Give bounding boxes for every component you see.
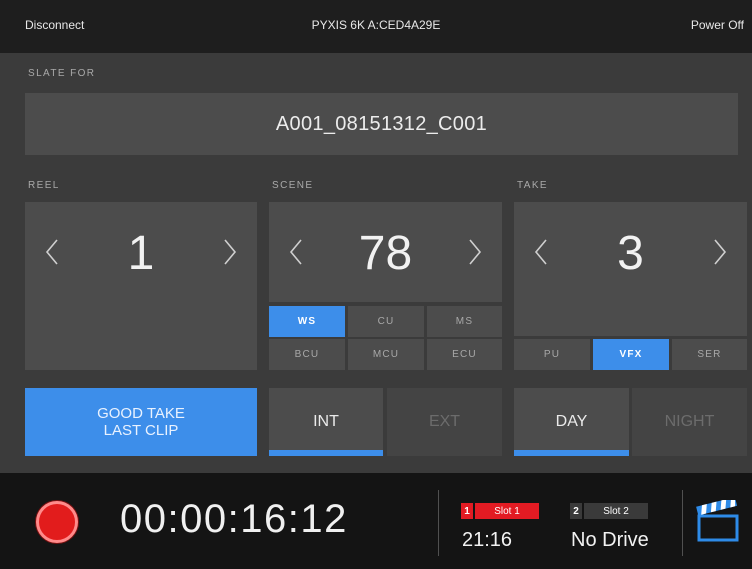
shot-type-ms[interactable]: MS (427, 306, 502, 337)
take-increment-button[interactable] (713, 238, 727, 266)
slate-for-label: SLATE FOR (28, 68, 96, 79)
clapperboard-icon[interactable] (696, 497, 740, 544)
device-name: PYXIS 6K A:CED4A29E (311, 18, 441, 32)
scene-increment-button[interactable] (468, 238, 482, 266)
slot2-number: 2 (570, 503, 582, 519)
slot2-label: Slot 2 (584, 503, 648, 519)
chevron-right-icon (714, 239, 727, 265)
slot2-status: No Drive (571, 529, 649, 551)
good-take-line1: GOOD TAKE (97, 405, 185, 422)
divider (438, 490, 439, 556)
shot-type-cu[interactable]: CU (348, 306, 424, 337)
take-label: TAKE (517, 180, 548, 191)
slot1-number: 1 (461, 503, 473, 519)
scene-counter: 78 (269, 202, 502, 302)
shot-type-mcu[interactable]: MCU (348, 339, 424, 370)
reel-increment-button[interactable] (223, 238, 237, 266)
good-take-line2: LAST CLIP (103, 422, 179, 439)
night-button[interactable]: NIGHT (632, 388, 747, 456)
ext-label: EXT (428, 413, 461, 430)
reel-counter: 1 (25, 202, 257, 370)
day-label: DAY (555, 413, 588, 430)
ext-button[interactable]: EXT (387, 388, 502, 456)
int-selected-indicator (269, 450, 383, 456)
take-counter: 3 (514, 202, 747, 336)
day-selected-indicator (514, 450, 629, 456)
take-type-vfx[interactable]: VFX (593, 339, 669, 370)
take-type-pu[interactable]: PU (514, 339, 590, 370)
int-label: INT (313, 413, 339, 430)
chevron-right-icon (469, 239, 482, 265)
status-bar: 00:00:16:12 1 Slot 1 21:16 2 Slot 2 No D… (0, 473, 752, 569)
int-button[interactable]: INT (269, 388, 383, 456)
shot-type-ecu[interactable]: ECU (427, 339, 502, 370)
shot-type-bcu[interactable]: BCU (269, 339, 345, 370)
slot2-tag[interactable]: 2 Slot 2 (570, 503, 648, 519)
take-type-ser[interactable]: SER (672, 339, 747, 370)
shot-type-ws[interactable]: WS (269, 306, 345, 337)
slot1-label: Slot 1 (475, 503, 539, 519)
divider (682, 490, 683, 556)
night-label: NIGHT (664, 413, 715, 430)
reel-label: REEL (28, 180, 60, 191)
top-bar: Disconnect PYXIS 6K A:CED4A29E Power Off (0, 0, 752, 53)
day-button[interactable]: DAY (514, 388, 629, 456)
chevron-right-icon (224, 239, 237, 265)
record-icon[interactable] (36, 501, 78, 543)
timecode: 00:00:16:12 (120, 497, 348, 541)
power-off-button[interactable]: Power Off (691, 18, 744, 32)
slot1-remaining: 21:16 (462, 529, 513, 551)
slot1-tag[interactable]: 1 Slot 1 (461, 503, 539, 519)
scene-label: SCENE (272, 180, 314, 191)
good-take-button[interactable]: GOOD TAKE LAST CLIP (25, 388, 257, 456)
clip-name-field[interactable]: A001_08151312_C001 (25, 93, 738, 155)
